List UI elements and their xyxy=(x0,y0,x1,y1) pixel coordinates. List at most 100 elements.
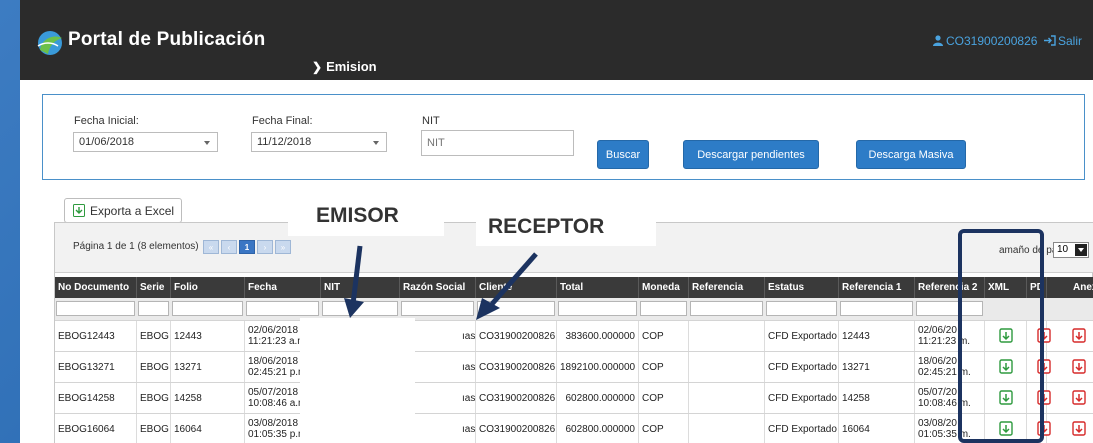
documents-grid: Página 1 de 1 (8 elementos) « ‹ 1 › » am… xyxy=(54,222,1093,443)
cell-moneda: COP xyxy=(639,352,689,383)
cell-referencia xyxy=(689,321,765,352)
table-row[interactable]: EBOG14258 EBOG 14258 05/07/2018 10:08:46 … xyxy=(55,382,1093,414)
portal-logo-icon xyxy=(37,31,62,55)
chevron-left-icon: ‹ xyxy=(227,242,231,252)
column-filter-input[interactable] xyxy=(640,301,687,316)
fecha-final-select[interactable]: 11/12/2018 xyxy=(251,132,387,152)
user-menu[interactable]: CO31900200826 xyxy=(933,34,1037,48)
first-page-button[interactable]: « xyxy=(203,240,219,254)
cell-estatus: CFD Exportado xyxy=(765,414,839,443)
column-filter-input[interactable] xyxy=(558,301,637,316)
column-header[interactable]: Folio xyxy=(171,277,245,298)
cell-no-documento: EBOG13271 xyxy=(55,352,137,383)
cell-no-documento: EBOG16064 xyxy=(55,414,137,443)
fecha-inicial-value: 01/06/2018 xyxy=(79,136,135,148)
cell-cliente: CO31900200826 xyxy=(476,352,557,383)
column-header[interactable]: Referencia xyxy=(689,277,765,298)
column-filter-input[interactable] xyxy=(840,301,913,316)
anexos-download-icon[interactable] xyxy=(1072,390,1087,405)
cell-referencia-1: 14258 xyxy=(839,383,915,414)
table-row[interactable]: EBOG16064 EBOG 16064 03/08/2018 01:05:35 … xyxy=(55,413,1093,443)
next-page-button[interactable]: › xyxy=(257,240,273,254)
column-header[interactable]: No Documento xyxy=(55,277,137,298)
column-filter-input[interactable] xyxy=(138,301,169,316)
buscar-button[interactable]: Buscar xyxy=(597,140,649,169)
page-size-select[interactable]: 10 xyxy=(1053,242,1089,258)
receptor-annotation: RECEPTOR xyxy=(476,208,656,246)
excel-icon xyxy=(73,204,85,217)
cell-referencia-1: 16064 xyxy=(839,414,915,443)
cell-cliente: CO31900200826 xyxy=(476,383,557,414)
fecha-final-label: Fecha Final: xyxy=(252,115,313,127)
last-page-button[interactable]: » xyxy=(275,240,291,254)
column-header[interactable]: Serie xyxy=(137,277,171,298)
sign-in-icon xyxy=(1044,35,1056,46)
cell-referencia xyxy=(689,414,765,443)
column-filter-input[interactable] xyxy=(690,301,763,316)
column-header[interactable]: Anexos xyxy=(1047,277,1093,298)
nit-input[interactable] xyxy=(421,130,574,156)
export-excel-label: Exporta a Excel xyxy=(90,203,175,218)
logout-label: Salir xyxy=(1058,34,1083,48)
anexos-download-icon[interactable] xyxy=(1072,421,1087,436)
caret-down-icon xyxy=(373,141,379,145)
column-filter-input[interactable] xyxy=(246,301,319,316)
column-filter-input[interactable] xyxy=(172,301,243,316)
prev-page-button[interactable]: ‹ xyxy=(221,240,237,254)
page-button-current[interactable]: 1 xyxy=(239,240,255,254)
top-header: Portal de Publicación ❯ Emision CO3190020… xyxy=(20,0,1093,80)
column-header[interactable]: Fecha xyxy=(245,277,321,298)
receptor-arrow-icon xyxy=(476,252,538,320)
breadcrumb[interactable]: ❯ Emision xyxy=(312,59,377,74)
cell-total: 383600.000000 xyxy=(557,321,639,352)
column-header[interactable]: Total xyxy=(557,277,639,298)
column-filter-input[interactable] xyxy=(56,301,135,316)
nit-label: NIT xyxy=(422,115,440,127)
redaction-box xyxy=(300,318,415,443)
app-title: Portal de Publicación xyxy=(68,29,266,50)
caret-down-icon xyxy=(204,141,210,145)
emisor-annotation: EMISOR xyxy=(288,202,444,236)
ref2-time: 02:45:21 xyxy=(918,367,957,378)
user-icon xyxy=(933,35,943,46)
column-filter-input[interactable] xyxy=(766,301,837,316)
cell-serie: EBOG xyxy=(137,414,171,443)
column-header[interactable]: Estatus xyxy=(765,277,839,298)
fecha-final-value: 11/12/2018 xyxy=(257,136,312,148)
page-size-value: 10 xyxy=(1057,244,1069,255)
cell-moneda: COP xyxy=(639,383,689,414)
chevron-right-icon: ❯ xyxy=(312,60,323,74)
cell-no-documento: EBOG14258 xyxy=(55,383,137,414)
column-filter-input[interactable] xyxy=(401,301,474,316)
fecha-inicial-label: Fecha Inicial: xyxy=(74,115,139,127)
descarga-masiva-button[interactable]: Descarga Masiva xyxy=(856,140,966,169)
ref2-time: 11:21:23 xyxy=(918,336,957,347)
cell-folio: 14258 xyxy=(171,383,245,414)
cell-moneda: COP xyxy=(639,321,689,352)
cell-referencia xyxy=(689,383,765,414)
fecha-inicial-select[interactable]: 01/06/2018 xyxy=(73,132,218,152)
cell-referencia-1: 13271 xyxy=(839,352,915,383)
cell-estatus: CFD Exportado xyxy=(765,321,839,352)
highlight-download-columns xyxy=(958,229,1044,443)
anexos-download-icon[interactable] xyxy=(1072,359,1087,374)
descargar-pendientes-button[interactable]: Descargar pendientes xyxy=(683,140,819,169)
table-row[interactable]: EBOG13271 EBOG 13271 18/06/2018 02:45:21 … xyxy=(55,351,1093,383)
cell-estatus: CFD Exportado xyxy=(765,352,839,383)
column-header[interactable]: Referencia 1 xyxy=(839,277,915,298)
filter-panel: Fecha Inicial: 01/06/2018 Fecha Final: 1… xyxy=(42,94,1085,180)
pager-summary: Página 1 de 1 (8 elementos) xyxy=(73,241,199,252)
cell-total: 602800.000000 xyxy=(557,383,639,414)
table-row[interactable]: EBOG12443 EBOG 12443 02/06/2018 11:21:23 … xyxy=(55,320,1093,352)
column-header[interactable]: Moneda xyxy=(639,277,689,298)
cell-total: 602800.000000 xyxy=(557,414,639,443)
column-header[interactable]: Razón Social xyxy=(400,277,476,298)
anexos-download-icon[interactable] xyxy=(1072,328,1087,343)
export-excel-button[interactable]: Exporta a Excel xyxy=(64,198,182,223)
cell-referencia xyxy=(689,352,765,383)
cell-serie: EBOG xyxy=(137,352,171,383)
logout-link[interactable]: Salir xyxy=(1044,34,1082,48)
table-header: No Documento Serie Folio Fecha NIT Razón… xyxy=(55,277,1093,298)
cell-referencia-1: 12443 xyxy=(839,321,915,352)
emisor-arrow-icon xyxy=(344,245,364,318)
